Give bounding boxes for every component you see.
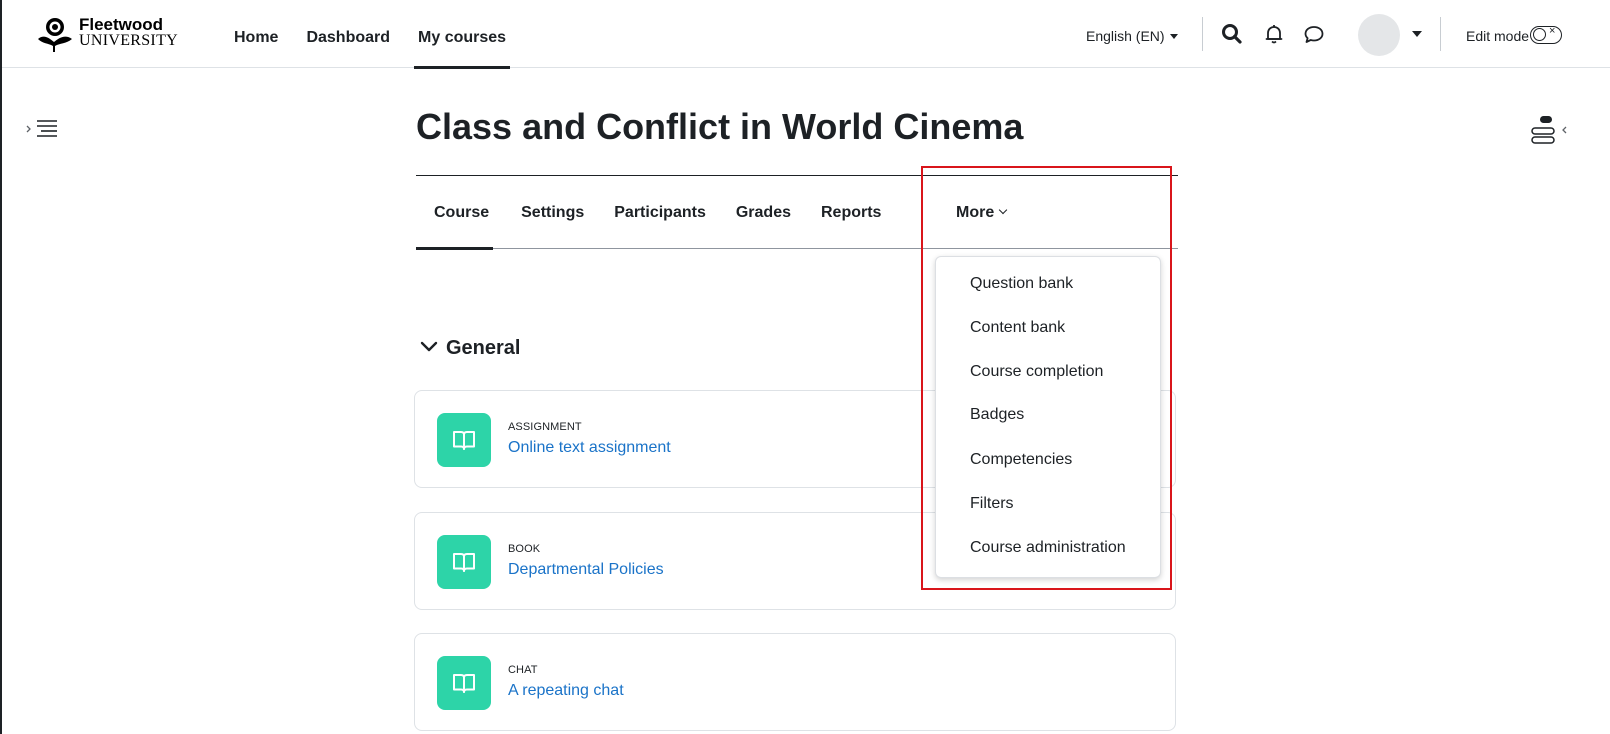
language-label: English (EN) (1086, 28, 1165, 44)
university-logo[interactable]: Fleetwood UNIVERSITY (35, 16, 195, 52)
activity-link[interactable]: Departmental Policies (508, 561, 664, 579)
edit-mode-toggle[interactable]: × (1530, 25, 1562, 44)
book-icon (453, 553, 475, 572)
tab-settings[interactable]: Settings (501, 176, 584, 249)
course-tabs: Course Settings Participants Grades Repo… (416, 176, 891, 250)
course-index-drawer-toggle[interactable] (26, 114, 66, 144)
activity-type-label: ASSIGNMENT (508, 421, 582, 433)
language-selector[interactable]: English (EN) (1086, 28, 1178, 44)
activity-icon[interactable] (437, 656, 491, 710)
notifications-button[interactable] (1260, 20, 1288, 48)
tab-grades[interactable]: Grades (716, 176, 791, 249)
toggle-knob (1533, 28, 1546, 41)
edit-mode-label: Edit mode (1466, 28, 1530, 44)
search-button[interactable] (1218, 20, 1246, 48)
block-drawer-toggle[interactable] (1528, 112, 1568, 148)
activity-type-label: BOOK (508, 543, 541, 555)
primary-navigation: Home Dashboard My courses (220, 0, 520, 69)
messages-button[interactable] (1300, 20, 1328, 48)
section-title: General (446, 337, 521, 359)
course-index-icon (26, 120, 57, 137)
tab-reports[interactable]: Reports (801, 176, 881, 249)
tab-more-dropdown[interactable]: More (956, 176, 1008, 249)
more-dropdown-menu: Question bank Content bank Course comple… (935, 256, 1161, 578)
more-label: More (956, 204, 995, 221)
navbar-divider (1440, 17, 1441, 51)
blocks-icon (1531, 116, 1567, 144)
brand-subtitle: UNIVERSITY (79, 32, 178, 49)
course-secondary-navigation: Course Settings Participants Grades Repo… (416, 175, 1178, 250)
tab-participants[interactable]: Participants (594, 176, 706, 249)
activity-icon[interactable] (437, 535, 491, 589)
caret-down-icon (1169, 34, 1178, 39)
notification-bell-icon (1265, 25, 1283, 44)
activity-link[interactable]: A repeating chat (508, 682, 624, 700)
menu-item-content-bank[interactable]: Content bank (970, 319, 1065, 337)
activity-card: CHAT A repeating chat (414, 633, 1176, 731)
chevron-down-icon (998, 205, 1008, 215)
menu-item-filters[interactable]: Filters (970, 495, 1014, 513)
menu-item-competencies[interactable]: Competencies (970, 451, 1072, 469)
book-icon (453, 431, 475, 450)
book-icon (453, 674, 475, 693)
activity-type-label: CHAT (508, 664, 538, 676)
menu-item-badges[interactable]: Badges (970, 406, 1024, 424)
nav-home-link[interactable]: Home (220, 0, 292, 68)
activity-link[interactable]: Online text assignment (508, 439, 671, 457)
menu-item-course-completion[interactable]: Course completion (970, 363, 1103, 381)
tab-course[interactable]: Course (416, 176, 494, 250)
user-avatar[interactable] (1358, 14, 1400, 56)
nav-dashboard-link[interactable]: Dashboard (292, 0, 404, 68)
navbar-divider (1202, 17, 1203, 51)
close-icon: × (1549, 25, 1556, 37)
rose-emblem-icon (38, 18, 72, 52)
activity-icon[interactable] (437, 413, 491, 467)
menu-item-question-bank[interactable]: Question bank (970, 275, 1073, 293)
window-edge (0, 0, 2, 734)
user-menu-caret-icon[interactable] (1412, 31, 1422, 37)
menu-item-course-administration[interactable]: Course administration (970, 539, 1126, 557)
top-navbar: Fleetwood UNIVERSITY Home Dashboard My c… (2, 0, 1610, 69)
messages-icon (1304, 26, 1324, 43)
nav-my-courses-link[interactable]: My courses (404, 0, 520, 69)
course-title: Class and Conflict in World Cinema (416, 106, 1024, 147)
chevron-down-icon (420, 341, 438, 352)
search-icon (1222, 24, 1242, 44)
